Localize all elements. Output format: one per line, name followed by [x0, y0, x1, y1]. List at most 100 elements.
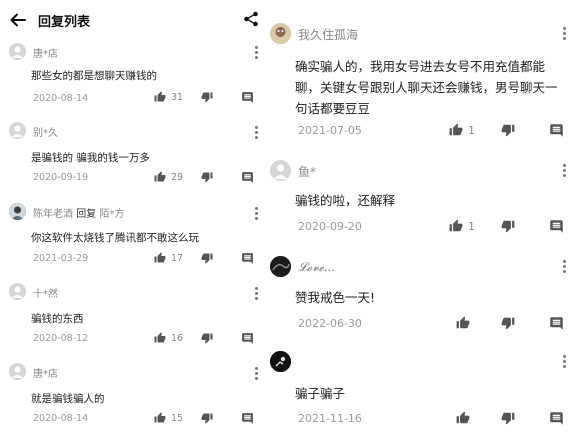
thumb-down-icon[interactable] — [201, 332, 213, 344]
thumb-down-icon[interactable] — [201, 252, 213, 264]
comment-icon[interactable] — [549, 411, 564, 426]
default-avatar-icon — [274, 164, 287, 179]
more-vertical-icon[interactable] — [563, 355, 567, 370]
reply-to-username[interactable]: 陌*方 — [99, 209, 124, 220]
reply-list-panel-right: 我久住孤海 确实骗人的，我用女号进去女号不用充值都能聊，关键女号跟别人聊天还会赚… — [266, 0, 575, 445]
thumb-up-icon — [456, 316, 470, 329]
comment-item: 骗子骗子 2021-11-16 — [266, 349, 575, 439]
comment-text: 那些女的都是想聊天赚钱的 — [31, 70, 157, 82]
thumb-up-icon — [154, 252, 166, 263]
default-avatar-icon — [12, 125, 23, 137]
comment-icon[interactable] — [549, 219, 564, 234]
comment-date: 2021-11-16 — [298, 412, 362, 425]
comment-icon[interactable] — [241, 171, 254, 184]
thumb-up-icon — [456, 411, 470, 424]
comment-icon[interactable] — [241, 332, 254, 345]
username[interactable]: 十*然 — [33, 285, 58, 300]
avatar[interactable] — [9, 363, 26, 380]
username[interactable]: 别*久 — [33, 124, 58, 139]
comment-icon[interactable] — [549, 316, 564, 331]
comment-icon[interactable] — [241, 91, 254, 104]
comment-date: 2020-08-14 — [33, 413, 89, 424]
comment-item: 唐*店 就是骗钱骗人的 2020-08-14 15 — [0, 363, 262, 433]
reply-list-panel-left: 回复列表 唐*店 那些女的都是想聊天赚钱的 2020-08-14 31 别*久 … — [0, 0, 262, 445]
username[interactable]: 𝓛𝓸𝓿𝓮... — [298, 260, 336, 275]
like-button[interactable] — [456, 316, 475, 330]
more-vertical-icon[interactable] — [563, 260, 567, 275]
avatar[interactable] — [270, 23, 291, 44]
comment-date: 2021-07-05 — [298, 124, 362, 137]
comment-date: 2022-06-30 — [298, 317, 362, 330]
thumb-down-icon[interactable] — [201, 171, 213, 183]
avatar[interactable] — [9, 203, 26, 220]
comment-date: 2020-08-12 — [33, 333, 89, 344]
thumb-up-icon — [449, 219, 463, 232]
more-vertical-icon[interactable] — [255, 367, 259, 382]
like-count: 16 — [171, 332, 184, 344]
share-icon[interactable] — [243, 11, 259, 27]
default-avatar-icon — [12, 286, 23, 298]
like-button[interactable]: 31 — [154, 91, 183, 103]
photo-avatar-icon — [270, 256, 291, 277]
like-count: 15 — [171, 412, 184, 424]
avatar[interactable] — [270, 351, 291, 372]
photo-avatar-icon — [270, 23, 291, 44]
thumb-down-icon[interactable] — [501, 219, 515, 233]
avatar[interactable] — [9, 122, 26, 139]
arrow-left-icon[interactable] — [9, 11, 27, 29]
photo-avatar-icon — [9, 203, 26, 220]
thumb-down-icon[interactable] — [201, 91, 213, 103]
username[interactable]: 我久住孤海 — [298, 26, 358, 43]
avatar[interactable] — [9, 283, 26, 300]
more-vertical-icon[interactable] — [563, 164, 567, 179]
comment-text: 确实骗人的，我用女号进去女号不用充值都能聊，关键女号跟别人聊天还会赚钱，男号聊天… — [295, 59, 558, 116]
comment-item: 鱼* 骗钱的啦，还解释 2020-09-20 1 — [266, 158, 575, 238]
thumb-down-icon[interactable] — [501, 411, 515, 425]
like-button[interactable]: 1 — [449, 123, 475, 137]
thumb-down-icon[interactable] — [501, 123, 515, 137]
like-button[interactable]: 1 — [449, 219, 475, 233]
like-button[interactable]: 16 — [154, 332, 183, 344]
avatar[interactable] — [270, 256, 291, 277]
comment-text: 是骗钱的 骗我的钱一万多 — [31, 152, 150, 164]
comment-icon[interactable] — [549, 123, 564, 138]
comment-item: 唐*店 那些女的都是想聊天赚钱的 2020-08-14 31 — [0, 40, 262, 110]
like-count: 31 — [171, 91, 184, 103]
like-button[interactable]: 15 — [154, 412, 183, 424]
comment-item: 𝓛𝓸𝓿𝓮... 赞我戒色一天! 2022-06-30 — [266, 254, 575, 334]
username[interactable]: 唐*店 — [33, 45, 58, 60]
comment-text: 骗子骗子 — [295, 386, 346, 401]
default-avatar-icon — [12, 46, 23, 58]
thumb-up-icon — [154, 91, 166, 102]
comment-text: 就是骗钱骗人的 — [31, 393, 105, 405]
more-vertical-icon[interactable] — [255, 46, 259, 61]
like-count: 1 — [468, 123, 475, 137]
reply-header: 陈年老酒 回复 陌*方 — [33, 205, 124, 220]
thumb-down-icon[interactable] — [501, 316, 515, 330]
comment-date: 2021-03-29 — [33, 253, 89, 264]
more-vertical-icon[interactable] — [563, 27, 567, 42]
comment-text: 你这软件太烧钱了腾讯都不敢这么玩 — [31, 232, 199, 244]
comment-item: 陈年老酒 回复 陌*方 你这软件太烧钱了腾讯都不敢这么玩 2021-03-29 … — [0, 202, 262, 272]
more-vertical-icon[interactable] — [255, 207, 259, 222]
comment-icon[interactable] — [241, 412, 254, 425]
reply-label: 回复 — [76, 209, 97, 220]
more-vertical-icon[interactable] — [255, 126, 259, 141]
thumb-down-icon[interactable] — [201, 412, 213, 424]
like-button[interactable]: 17 — [154, 252, 183, 264]
username[interactable]: 鱼* — [298, 163, 316, 180]
app-bar: 回复列表 — [0, 0, 262, 40]
avatar[interactable] — [9, 43, 26, 60]
avatar[interactable] — [270, 160, 291, 181]
comment-icon[interactable] — [241, 252, 254, 265]
more-vertical-icon[interactable] — [255, 287, 259, 302]
username[interactable]: 唐*店 — [33, 365, 58, 380]
like-button[interactable] — [456, 411, 475, 425]
like-count: 29 — [171, 171, 184, 183]
like-count: 17 — [171, 252, 184, 264]
like-count: 1 — [468, 219, 475, 233]
username[interactable]: 陈年老酒 — [33, 209, 73, 220]
comment-item: 别*久 是骗钱的 骗我的钱一万多 2020-09-19 29 — [0, 122, 262, 192]
like-button[interactable]: 29 — [154, 171, 183, 183]
comment-item: 十*然 骗钱的东西 2020-08-12 16 — [0, 283, 262, 353]
